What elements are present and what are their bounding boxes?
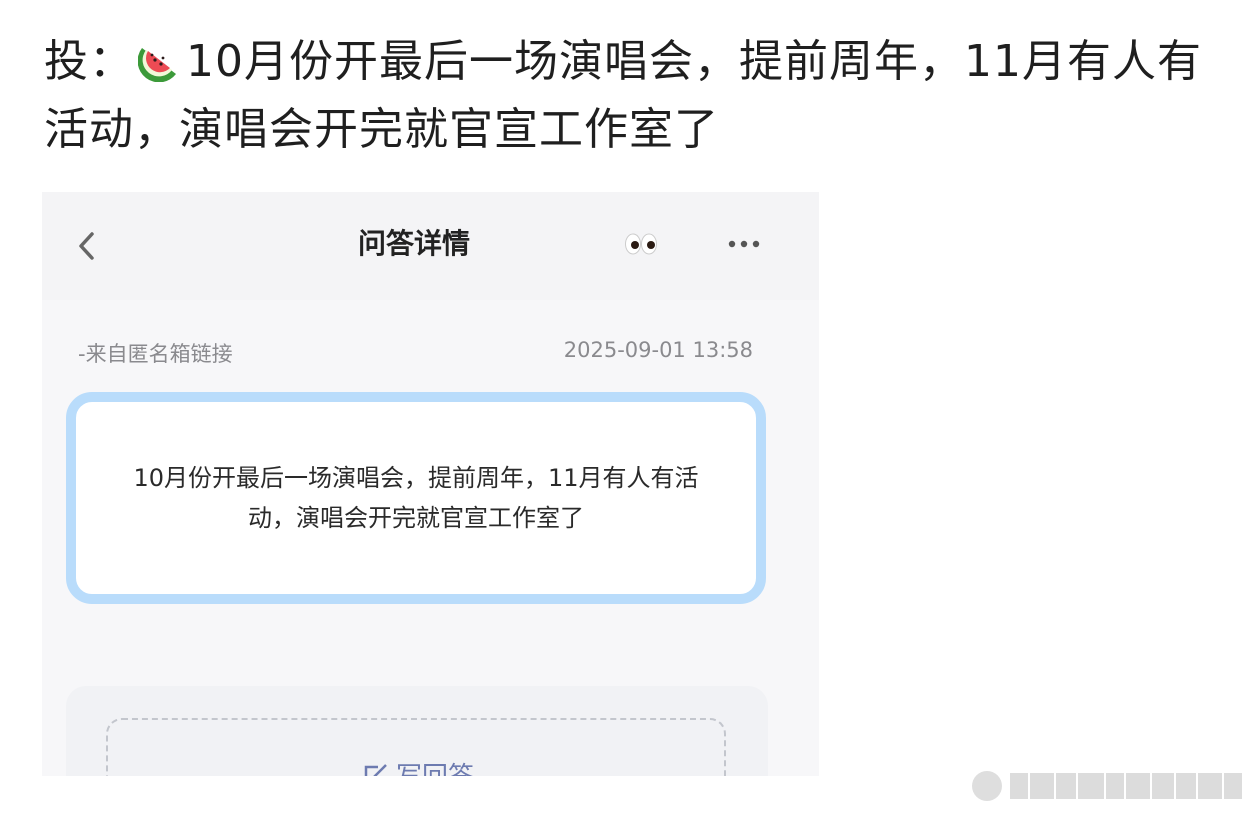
- question-card: 10月份开最后一场演唱会，提前周年，11月有人有活动，演唱会开完就官宣工作室了: [66, 392, 766, 604]
- question-source: -来自匿名箱链接: [78, 342, 233, 366]
- watermark-bar: [1056, 773, 1076, 799]
- watermark: [972, 766, 1252, 806]
- watermark-bar: [1152, 773, 1174, 799]
- question-text: 10月份开最后一场演唱会，提前周年，11月有人有活动，演唱会开完就官宣工作室了: [133, 464, 699, 532]
- write-answer-cta: 写回答: [108, 756, 728, 776]
- page-title: 问答详情: [357, 227, 470, 260]
- watermark-bar: [1106, 773, 1124, 799]
- watermark-bar: [1126, 773, 1150, 799]
- watermelon-icon: [137, 34, 182, 83]
- more-dots-icon[interactable]: [718, 228, 770, 260]
- watermark-bar: [1198, 773, 1222, 799]
- post-prefix: 投：: [44, 36, 134, 87]
- watermark-bar: [1176, 773, 1196, 799]
- post-body: 10月份开最后一场演唱会，提前周年，11月有人有活动，演唱会开完就官宣工作室了: [44, 36, 1202, 155]
- watermark-bar: [1030, 773, 1054, 799]
- write-answer-button[interactable]: 写回答: [106, 718, 726, 776]
- watermark-bar: [1078, 773, 1104, 799]
- question-timestamp: 2025-09-01 13:58: [563, 338, 753, 362]
- answer-panel: 写回答: [66, 686, 768, 776]
- eyes-icon[interactable]: [624, 230, 658, 258]
- embedded-screenshot: 问答详情 -来自匿名箱链接 2025-09-01 13:58 10月份开最后一场…: [42, 192, 819, 776]
- app-header: 问答详情: [42, 192, 819, 300]
- post-text: 投： 10月份开最后一场演唱会，提前周年，11月有人有活动，演唱会开完就官宣工作室…: [44, 28, 1204, 164]
- watermark-circle: [972, 771, 1002, 801]
- watermark-bar: [1224, 773, 1242, 799]
- write-answer-label: 写回答: [396, 762, 474, 776]
- watermark-bar: [1010, 773, 1028, 799]
- edit-icon: [362, 762, 396, 776]
